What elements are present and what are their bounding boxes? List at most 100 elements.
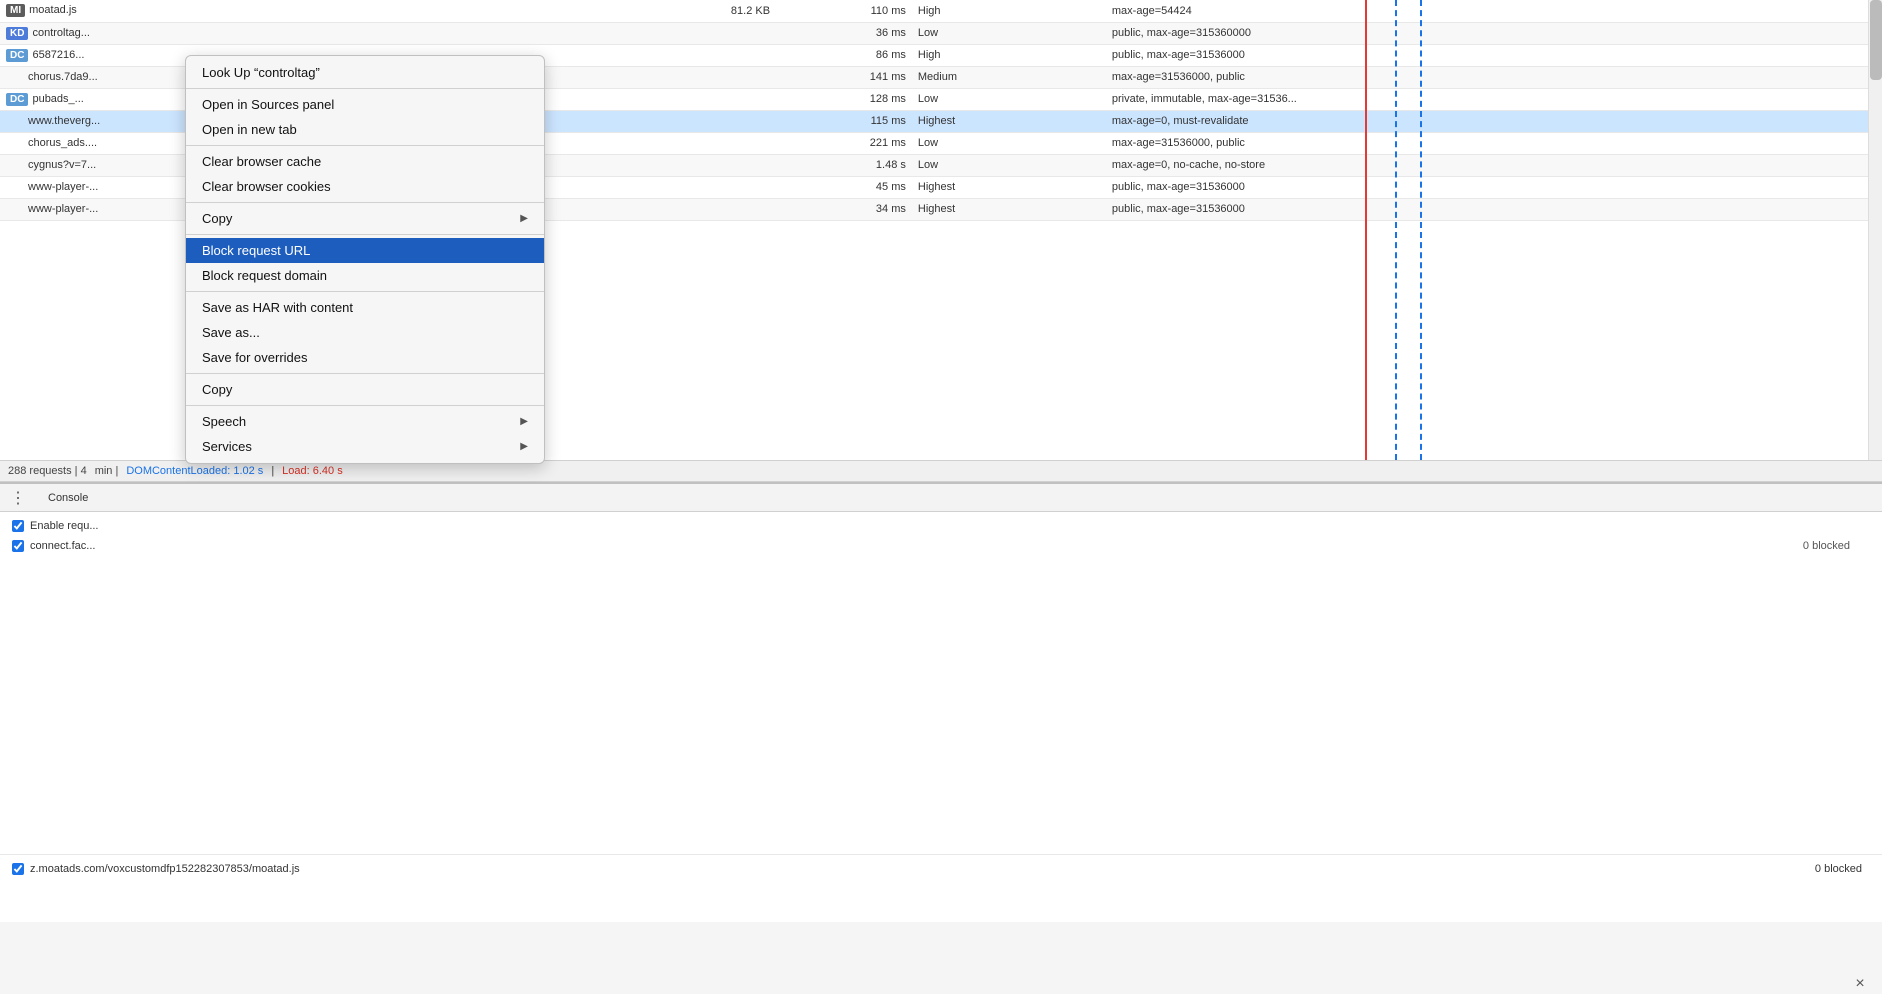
status-separator: | bbox=[271, 465, 274, 477]
menu-separator bbox=[186, 145, 544, 146]
row-name-text: 6587216... bbox=[32, 49, 84, 61]
cell-priority: High bbox=[912, 0, 1106, 22]
menu-item-save-har[interactable]: Save as HAR with content bbox=[186, 295, 544, 320]
timeline-line-blue1 bbox=[1395, 0, 1397, 460]
menu-item-label: Save as... bbox=[202, 325, 260, 340]
connect-row: connect.fac... 0 blocked bbox=[12, 540, 1870, 552]
console-tab-label[interactable]: Console bbox=[44, 492, 92, 504]
cell-cache: max-age=54424 bbox=[1106, 0, 1882, 22]
table-row[interactable]: KDcontroltag...36 msLowpublic, max-age=3… bbox=[0, 22, 1882, 44]
cell-cache: max-age=31536000, public bbox=[1106, 66, 1882, 88]
moatads-label: z.moatads.com/voxcustomdfp152282307853/m… bbox=[30, 863, 300, 875]
cell-cache: max-age=0, must-revalidate bbox=[1106, 110, 1882, 132]
console-content: Enable requ... connect.fac... 0 blocked bbox=[0, 512, 1882, 560]
cell-size bbox=[621, 44, 776, 66]
cell-cache: public, max-age=31536000 bbox=[1106, 44, 1882, 66]
console-dots-menu[interactable]: ⋮ bbox=[8, 488, 28, 508]
menu-item-clear-cookies[interactable]: Clear browser cookies bbox=[186, 174, 544, 199]
cell-cache: public, max-age=315360000 bbox=[1106, 22, 1882, 44]
console-panel: ⋮ Console × Enable requ... connect.fac..… bbox=[0, 482, 1882, 922]
cell-size bbox=[621, 176, 776, 198]
connect-checkbox[interactable] bbox=[12, 540, 24, 552]
cell-time: 1.48 s bbox=[776, 154, 912, 176]
menu-separator bbox=[186, 405, 544, 406]
menu-item-label: Save for overrides bbox=[202, 350, 308, 365]
menu-item-label: Save as HAR with content bbox=[202, 300, 353, 315]
connect-label: connect.fac... bbox=[30, 540, 95, 552]
menu-item-save-as[interactable]: Save as... bbox=[186, 320, 544, 345]
cell-priority: Low bbox=[912, 88, 1106, 110]
menu-item-save-overrides[interactable]: Save for overrides bbox=[186, 345, 544, 370]
enable-request-blocking-checkbox[interactable] bbox=[12, 520, 24, 532]
menu-item-label: Open in Sources panel bbox=[202, 97, 334, 112]
menu-item-open-sources[interactable]: Open in Sources panel bbox=[186, 92, 544, 117]
cell-priority: Medium bbox=[912, 66, 1106, 88]
status-load: Load: 6.40 s bbox=[282, 465, 343, 477]
cell-time: 128 ms bbox=[776, 88, 912, 110]
connect-blocked-count: 0 blocked bbox=[1803, 540, 1850, 552]
cell-time: 110 ms bbox=[776, 0, 912, 22]
menu-separator bbox=[186, 88, 544, 89]
cell-time: 34 ms bbox=[776, 198, 912, 220]
menu-item-clear-cache[interactable]: Clear browser cache bbox=[186, 149, 544, 174]
menu-item-copy1[interactable]: Copy▶ bbox=[186, 206, 544, 231]
menu-item-label: Copy bbox=[202, 211, 232, 226]
row-name-text: www-player-... bbox=[28, 181, 98, 193]
cell-priority: Highest bbox=[912, 110, 1106, 132]
menu-item-open-tab[interactable]: Open in new tab bbox=[186, 117, 544, 142]
cell-priority: Highest bbox=[912, 176, 1106, 198]
scrollbar[interactable] bbox=[1868, 0, 1882, 460]
timeline-line-red bbox=[1365, 0, 1367, 460]
row-name-text: pubads_... bbox=[32, 93, 83, 105]
status-min: min | bbox=[95, 465, 119, 477]
cell-time: 45 ms bbox=[776, 176, 912, 198]
menu-item-arrow: ▶ bbox=[520, 441, 528, 452]
menu-item-label: Copy bbox=[202, 382, 232, 397]
cell-cache: public, max-age=31536000 bbox=[1106, 176, 1882, 198]
moatads-checkbox[interactable] bbox=[12, 863, 24, 875]
cell-priority: Low bbox=[912, 22, 1106, 44]
menu-item-label: Services bbox=[202, 439, 252, 454]
row-badge: DC bbox=[6, 49, 28, 62]
menu-separator bbox=[186, 373, 544, 374]
row-name-text: cygnus?v=7... bbox=[28, 159, 96, 171]
menu-item-block-domain[interactable]: Block request domain bbox=[186, 263, 544, 288]
cell-size bbox=[621, 154, 776, 176]
row-name-text: www-player-... bbox=[28, 203, 98, 215]
menu-item-block-url[interactable]: Block request URL bbox=[186, 238, 544, 263]
row-badge: MI bbox=[6, 4, 25, 17]
menu-item-label: Block request domain bbox=[202, 268, 327, 283]
menu-item-lookup[interactable]: Look Up “controltag” bbox=[186, 60, 544, 85]
cell-priority: Low bbox=[912, 132, 1106, 154]
table-row[interactable]: MImoatad.js81.2 KB110 msHighmax-age=5442… bbox=[0, 0, 1882, 22]
row-badge: KD bbox=[6, 27, 28, 40]
cell-time: 86 ms bbox=[776, 44, 912, 66]
row-name-text: chorus.7da9... bbox=[28, 71, 98, 83]
cell-name: MImoatad.js bbox=[0, 0, 621, 22]
menu-item-label: Open in new tab bbox=[202, 122, 297, 137]
row-badge: DC bbox=[6, 93, 28, 106]
menu-item-speech[interactable]: Speech▶ bbox=[186, 409, 544, 434]
console-close-button[interactable]: × bbox=[1850, 974, 1870, 994]
scrollbar-thumb[interactable] bbox=[1870, 0, 1882, 80]
cell-name: KD controltag... bbox=[0, 22, 621, 44]
menu-item-copy2[interactable]: Copy bbox=[186, 377, 544, 402]
menu-separator bbox=[186, 234, 544, 235]
moatads-row: z.moatads.com/voxcustomdfp152282307853/m… bbox=[0, 854, 1882, 882]
cell-size bbox=[621, 132, 776, 154]
row-name-text: controltag... bbox=[32, 27, 89, 39]
moatads-blocked-count: 0 blocked bbox=[1815, 863, 1862, 875]
row-name-text: www.theverg... bbox=[28, 115, 100, 127]
cell-size bbox=[621, 88, 776, 110]
cell-priority: Highest bbox=[912, 198, 1106, 220]
menu-separator bbox=[186, 202, 544, 203]
cell-priority: Low bbox=[912, 154, 1106, 176]
menu-item-services[interactable]: Services ▶ bbox=[186, 434, 544, 459]
timeline-line-blue2 bbox=[1420, 0, 1422, 460]
row-name-text: chorus_ads.... bbox=[28, 137, 97, 149]
cell-size: 81.2 KB bbox=[621, 0, 776, 22]
context-menu: Look Up “controltag” Open in Sources pane… bbox=[185, 55, 545, 464]
status-requests: 288 requests | 4 bbox=[8, 465, 87, 477]
menu-item-label: Look Up “controltag” bbox=[202, 65, 320, 80]
cell-cache: private, immutable, max-age=31536... bbox=[1106, 88, 1882, 110]
